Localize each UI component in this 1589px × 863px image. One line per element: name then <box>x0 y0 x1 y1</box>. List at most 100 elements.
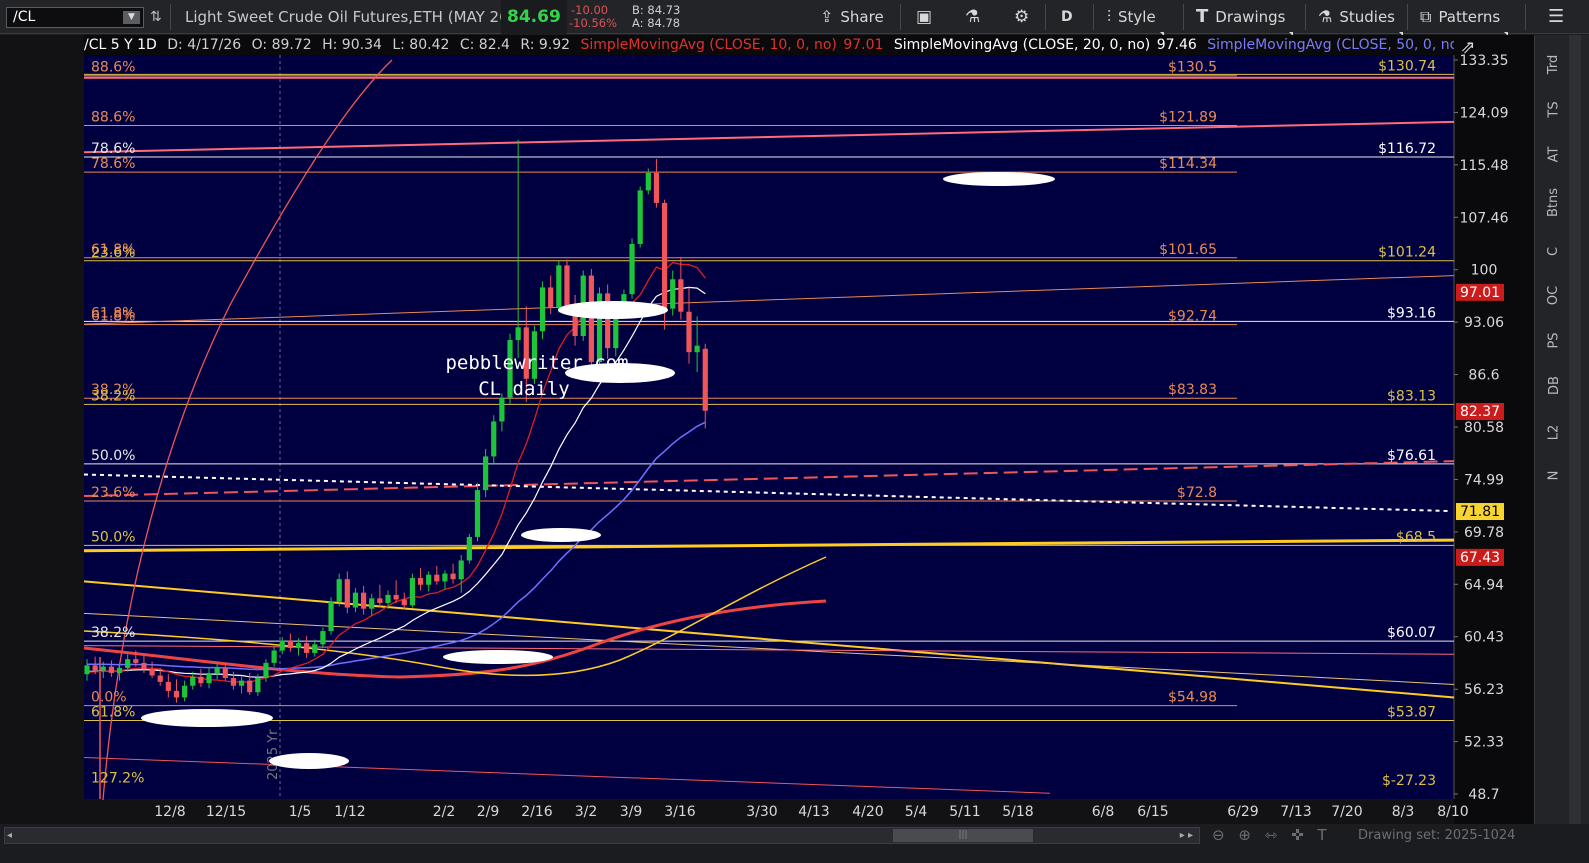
candle-body[interactable] <box>369 598 375 609</box>
candle-body[interactable] <box>442 573 448 582</box>
style-button[interactable]: ⫶ Style <box>1107 0 1164 36</box>
text-tool-icon[interactable]: T <box>1317 826 1326 844</box>
candle-body[interactable] <box>206 672 212 684</box>
candle-body[interactable] <box>157 675 163 682</box>
side-tab-n[interactable]: N <box>1543 456 1565 494</box>
fit-icon[interactable]: ⇿ <box>1265 826 1278 844</box>
gear-icon[interactable]: ⚙ <box>1014 0 1029 34</box>
side-tab-oc[interactable]: OC <box>1543 276 1565 314</box>
candle-body[interactable] <box>588 275 594 363</box>
candle-body[interactable] <box>352 592 359 608</box>
chart-settings-icon[interactable]: ▣ <box>916 0 932 34</box>
candle-body[interactable] <box>539 287 546 332</box>
flask-icon[interactable]: ⚗ <box>965 0 980 34</box>
candle-body[interactable] <box>247 680 253 693</box>
candle-body[interactable] <box>417 578 424 585</box>
candle-body[interactable] <box>515 327 521 341</box>
candle-body[interactable] <box>190 676 196 686</box>
candle-body[interactable] <box>198 676 204 684</box>
candle-body[interactable] <box>377 598 383 603</box>
candle-body[interactable] <box>434 574 440 582</box>
candle-body[interactable] <box>108 666 115 673</box>
candle-body[interactable] <box>238 680 245 686</box>
scroll-thumb[interactable]: ||| <box>893 829 1033 842</box>
zoom-out-icon[interactable]: ⊖ <box>1212 826 1225 844</box>
candle-body[interactable] <box>458 560 464 580</box>
candle-body[interactable] <box>702 348 708 411</box>
side-scroll-strip[interactable] <box>1569 35 1581 824</box>
candle-body[interactable] <box>450 573 456 580</box>
crosshair-icon[interactable]: ✜ <box>1291 826 1304 844</box>
time-scrollbar[interactable]: ◂ ||| ▸ ▸ <box>4 827 1200 844</box>
candle-body[interactable] <box>548 287 554 308</box>
side-tab-ps[interactable]: PS <box>1543 321 1565 359</box>
candle-body[interactable] <box>344 579 350 608</box>
candle-body[interactable] <box>466 536 472 561</box>
candle-body[interactable] <box>116 667 123 673</box>
candle-body[interactable] <box>214 667 220 673</box>
symbol-input[interactable]: /CL ▼ <box>6 7 144 28</box>
candle-body[interactable] <box>271 650 277 663</box>
candle-body[interactable] <box>336 579 342 602</box>
candle-body[interactable] <box>182 685 188 698</box>
candle-body[interactable] <box>222 667 228 679</box>
candle-body[interactable] <box>637 190 643 244</box>
candle-body[interactable] <box>320 631 326 645</box>
candle-body[interactable] <box>304 643 310 653</box>
patterns-button[interactable]: ⧉ Patterns <box>1420 0 1509 36</box>
candle-body[interactable] <box>255 678 261 693</box>
side-tab-c[interactable]: C <box>1543 232 1565 270</box>
candle-body[interactable] <box>173 690 180 698</box>
candle-body[interactable] <box>653 172 660 203</box>
candle-body[interactable] <box>393 594 399 600</box>
candle-body[interactable] <box>474 490 481 537</box>
studies-button[interactable]: ⚗ Studies <box>1318 0 1403 36</box>
share-button[interactable]: ⇪ Share <box>820 0 884 34</box>
candle-body[interactable] <box>287 640 293 649</box>
candle-body[interactable] <box>564 265 570 308</box>
zoom-in-icon[interactable]: ⊕ <box>1238 826 1251 844</box>
candle-body[interactable] <box>165 681 171 691</box>
scroll-left-icon[interactable]: ◂ <box>7 828 12 843</box>
side-tab-at[interactable]: AT <box>1543 135 1565 173</box>
candle-body[interactable] <box>661 202 668 309</box>
side-tab-db[interactable]: DB <box>1543 366 1565 404</box>
scroll-right-icon[interactable]: ▸ ▸ <box>1180 828 1193 843</box>
candle-body[interactable] <box>483 456 489 491</box>
candle-body[interactable] <box>92 665 98 671</box>
candle-body[interactable] <box>426 574 432 585</box>
price-chart[interactable]: 2025 Yr 88.6% 88.6% 78.6%78.6% 61.8% 23.6% 61.… <box>0 35 1534 824</box>
candle-body[interactable] <box>670 279 676 309</box>
candle-body[interactable] <box>409 578 415 606</box>
candle-body[interactable] <box>556 265 562 308</box>
candle-body[interactable] <box>385 594 391 603</box>
candle-body[interactable] <box>133 659 139 663</box>
side-tab-ts[interactable]: TS <box>1543 90 1565 128</box>
candle-body[interactable] <box>629 243 635 295</box>
candle-body[interactable] <box>125 659 131 668</box>
candle-body[interactable] <box>491 421 497 457</box>
menu-icon[interactable]: ☰ <box>1548 0 1564 34</box>
candle-body[interactable] <box>295 643 302 649</box>
candle-body[interactable] <box>312 644 318 653</box>
candle-body[interactable] <box>84 665 90 675</box>
candle-body[interactable] <box>694 345 700 353</box>
candle-body[interactable] <box>149 669 155 676</box>
candle-body[interactable] <box>141 662 147 670</box>
candle-body[interactable] <box>230 678 237 686</box>
side-tab-trd[interactable]: Trd <box>1543 45 1565 83</box>
candle-body[interactable] <box>279 640 285 651</box>
candle-body[interactable] <box>328 601 334 632</box>
side-tab-btns[interactable]: Btns <box>1543 183 1565 221</box>
candle-body[interactable] <box>686 311 692 353</box>
candle-body[interactable] <box>499 397 505 422</box>
candle-body[interactable] <box>613 314 619 349</box>
candle-body[interactable] <box>360 592 367 609</box>
side-tab-l2[interactable]: L2 <box>1543 413 1565 451</box>
candle-body[interactable] <box>263 662 269 679</box>
candle-body[interactable] <box>678 279 684 312</box>
aggregation-button[interactable]: D <box>1061 0 1073 34</box>
chevron-down-icon[interactable]: ▼ <box>123 11 140 24</box>
candle-body[interactable] <box>100 666 106 671</box>
candle-body[interactable] <box>401 599 407 606</box>
